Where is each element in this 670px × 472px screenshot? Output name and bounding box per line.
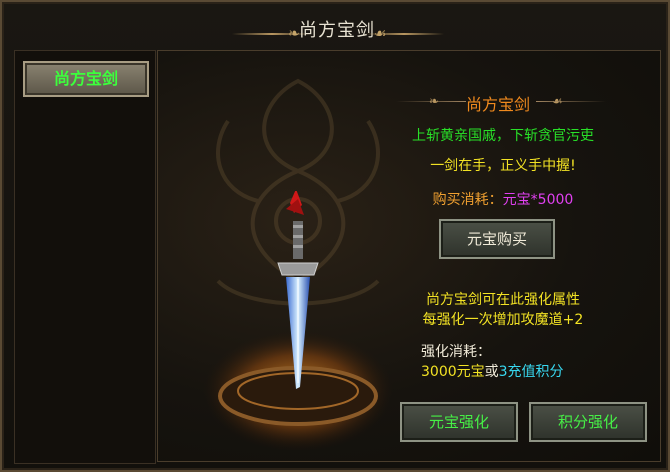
enhance-info-line2: 每强化一次增加攻魔道+2 — [422, 312, 584, 328]
enhance-with-yuanbao-button[interactable]: 元宝强化 — [400, 402, 518, 442]
buy-cost-label: 购买消耗： — [432, 192, 503, 208]
item-description-line2: 一剑在手，正义手中握! — [430, 158, 576, 174]
enhance-cost-points: 3充值积分 — [498, 364, 564, 380]
buy-cost: 购买消耗：元宝*5000 — [358, 189, 648, 209]
buy-with-yuanbao-button[interactable]: 元宝购买 — [439, 219, 555, 259]
enhance-cost: 3000元宝或3充值积分 — [421, 361, 564, 381]
title-divider-right — [364, 33, 444, 35]
item-description-line1: 上斩黄亲国戚，下斩贪官污吏 — [412, 128, 594, 144]
sidebar: 尚方宝剑 — [14, 50, 156, 464]
item-title: 尚方宝剑 — [465, 95, 530, 114]
enhance-cost-yuanbao: 3000元宝 — [421, 364, 485, 380]
header-divider-right — [536, 101, 606, 102]
panel-frame: ❧ 尚方宝剑 ☙ 尚方宝剑 — [0, 0, 670, 472]
title-bar: ❧ 尚方宝剑 ☙ — [2, 2, 670, 48]
enhance-info-line1: 尚方宝剑可在此强化属性 — [426, 292, 580, 308]
enhance-cost-label: 强化消耗： — [421, 344, 491, 360]
enhance-cost-or: 或 — [484, 364, 499, 380]
buy-cost-value: 元宝*5000 — [502, 192, 574, 208]
window-title: 尚方宝剑 — [299, 20, 375, 41]
sidebar-item-shangfang-sword[interactable]: 尚方宝剑 — [23, 61, 149, 97]
enhance-with-points-button[interactable]: 积分强化 — [529, 402, 647, 442]
main-panel: ❧ 尚方宝剑 ☙ 上斩黄亲国戚，下斩贪官污吏 一剑在手，正义手中握! 购买消耗：… — [157, 50, 661, 462]
